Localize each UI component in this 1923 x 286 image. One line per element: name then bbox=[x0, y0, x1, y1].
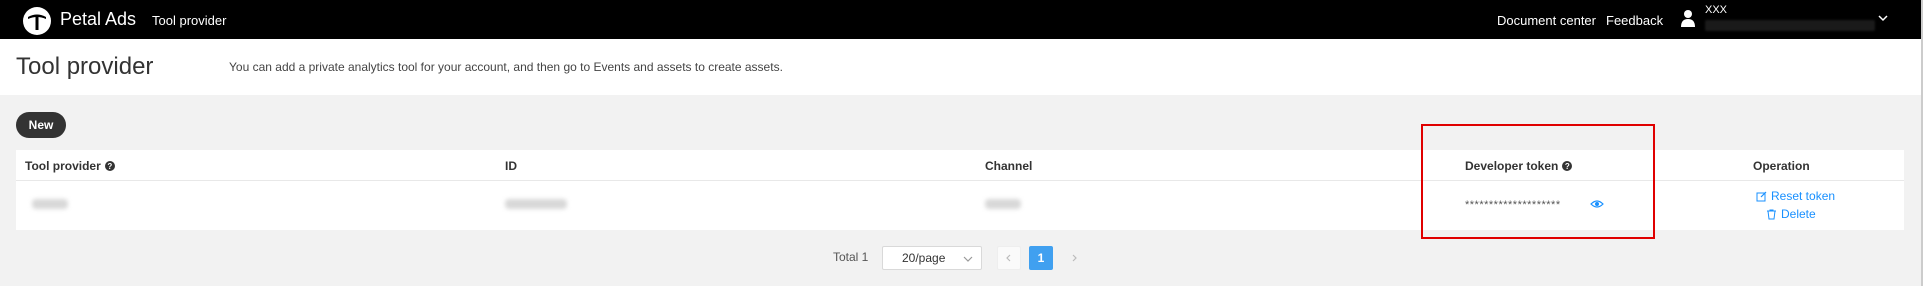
developer-token-value: ******************** bbox=[1465, 199, 1561, 211]
edit-icon bbox=[1756, 191, 1767, 201]
tool-provider-table: Tool provider ? ID Channel Developer tok… bbox=[16, 150, 1904, 230]
help-icon[interactable]: ? bbox=[1562, 161, 1573, 171]
trash-icon bbox=[1767, 209, 1776, 219]
page-header: Tool provider You can add a private anal… bbox=[0, 39, 1921, 95]
column-label: Tool provider bbox=[25, 159, 101, 173]
reset-token-label: Reset token bbox=[1771, 189, 1836, 203]
column-tool-provider: Tool provider ? bbox=[25, 159, 115, 173]
reset-token-link[interactable]: Reset token bbox=[1756, 189, 1835, 203]
new-button[interactable]: New bbox=[16, 112, 66, 138]
delete-label: Delete bbox=[1781, 207, 1816, 221]
page-title: Tool provider bbox=[16, 53, 154, 80]
redacted-channel bbox=[985, 199, 1021, 209]
chevron-right-icon bbox=[1072, 254, 1077, 262]
help-icon[interactable]: ? bbox=[104, 161, 115, 171]
pagination-total: Total 1 bbox=[833, 250, 869, 264]
column-label: Operation bbox=[1753, 159, 1810, 173]
page-description: You can add a private analytics tool for… bbox=[229, 60, 783, 74]
prev-page-button[interactable] bbox=[997, 246, 1021, 270]
column-developer-token: Developer token ? bbox=[1465, 159, 1573, 173]
brand-name[interactable]: Petal Ads bbox=[60, 9, 136, 30]
feedback-link[interactable]: Feedback bbox=[1606, 13, 1663, 28]
user-name[interactable]: XXX bbox=[1705, 4, 1727, 16]
column-operation: Operation bbox=[1753, 159, 1810, 173]
redacted-tool-provider bbox=[32, 199, 68, 209]
column-id: ID bbox=[505, 159, 517, 173]
redacted-account bbox=[1705, 20, 1875, 31]
page-size-value: 20/page bbox=[902, 251, 946, 265]
current-page-label: Tool provider bbox=[152, 13, 227, 28]
chevron-down-icon bbox=[963, 256, 973, 262]
eye-icon[interactable] bbox=[1590, 198, 1604, 210]
user-icon[interactable] bbox=[1680, 9, 1696, 27]
petal-logo-icon[interactable] bbox=[22, 6, 52, 36]
table-row: ******************** Reset token Delete bbox=[16, 182, 1904, 230]
chevron-left-icon bbox=[1006, 254, 1011, 262]
column-label: ID bbox=[505, 159, 517, 173]
table-header: Tool provider ? ID Channel Developer tok… bbox=[16, 150, 1904, 181]
page-size-select[interactable]: 20/page bbox=[882, 246, 982, 270]
chevron-down-icon[interactable] bbox=[1877, 12, 1889, 24]
column-channel: Channel bbox=[985, 159, 1032, 173]
page-button-current[interactable]: 1 bbox=[1029, 246, 1053, 270]
column-label: Channel bbox=[985, 159, 1033, 173]
column-label: Developer token bbox=[1465, 159, 1559, 173]
redacted-id bbox=[505, 199, 567, 209]
document-center-link[interactable]: Document center bbox=[1497, 13, 1596, 28]
next-page-button[interactable] bbox=[1062, 246, 1086, 270]
delete-link[interactable]: Delete bbox=[1766, 207, 1816, 221]
top-nav-bar: Petal Ads Tool provider Document center … bbox=[0, 0, 1923, 39]
